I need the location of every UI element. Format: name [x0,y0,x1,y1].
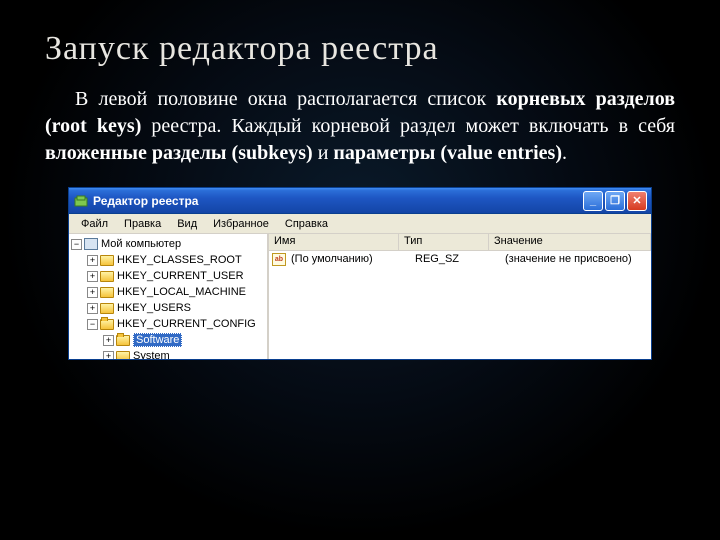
window-title: Редактор реестра [93,194,583,208]
content-pane: − Мой компьютер + HKEY_CLASSES_ROOT + HK… [69,234,651,359]
body-bold-3: параметры (value entries) [333,142,562,164]
folder-icon [100,271,114,282]
expander-icon[interactable]: + [103,335,114,346]
expander-icon[interactable]: + [87,287,98,298]
expander-icon[interactable]: + [87,255,98,266]
list-header: Имя Тип Значение [269,234,651,251]
body-text-2: реестра. Каждый корневой раздел может вк… [141,115,675,137]
list-view[interactable]: Имя Тип Значение ab (По умолчанию) REG_S… [269,234,651,359]
window-controls: _ ❐ ✕ [583,191,647,211]
tree-label-root: Мой компьютер [101,238,181,250]
tree-label: HKEY_USERS [117,302,191,314]
folder-icon [100,303,114,314]
folder-icon [100,255,114,266]
tree-item-hkcc[interactable]: − HKEY_CURRENT_CONFIG [69,316,267,332]
body-text-4: . [562,142,567,164]
folder-open-icon [100,319,114,330]
tree-item-hklm[interactable]: + HKEY_LOCAL_MACHINE [69,284,267,300]
cell-type: REG_SZ [413,253,503,265]
folder-icon [100,287,114,298]
col-header-name[interactable]: Имя [269,234,399,250]
expander-icon[interactable]: + [87,271,98,282]
titlebar[interactable]: Редактор реестра _ ❐ ✕ [69,188,651,214]
tree-item-hku[interactable]: + HKEY_USERS [69,300,267,316]
expander-icon[interactable]: − [87,319,98,330]
col-header-value[interactable]: Значение [489,234,651,250]
menu-view[interactable]: Вид [169,216,205,232]
string-value-icon: ab [272,253,286,266]
expander-icon[interactable]: − [71,239,82,250]
slide-body: В левой половине окна располагается спис… [45,86,675,167]
body-text-1: В левой половине окна располагается спис… [75,88,496,110]
regedit-window: Редактор реестра _ ❐ ✕ Файл Правка Вид И… [68,187,652,360]
menu-help[interactable]: Справка [277,216,336,232]
folder-open-icon [116,335,130,346]
tree-item-software[interactable]: + Software [69,332,267,348]
tree-item-hkcr[interactable]: + HKEY_CLASSES_ROOT [69,252,267,268]
body-bold-2: вложенные разделы (subkeys) [45,142,313,164]
app-icon [73,193,89,209]
tree-view[interactable]: − Мой компьютер + HKEY_CLASSES_ROOT + HK… [69,234,269,359]
menubar: Файл Правка Вид Избранное Справка [69,214,651,234]
tree-label: HKEY_LOCAL_MACHINE [117,286,246,298]
maximize-button[interactable]: ❐ [605,191,625,211]
slide-title: Запуск редактора реестра [45,30,675,68]
tree-item-hkcu[interactable]: + HKEY_CURRENT_USER [69,268,267,284]
expander-icon[interactable]: + [103,351,114,360]
tree-label: System [133,350,170,359]
tree-item-system[interactable]: + System [69,348,267,359]
cell-name: (По умолчанию) [289,253,413,265]
menu-favorites[interactable]: Избранное [205,216,277,232]
tree-label: HKEY_CURRENT_USER [117,270,244,282]
list-row[interactable]: ab (По умолчанию) REG_SZ (значение не пр… [269,251,651,267]
tree-label: HKEY_CURRENT_CONFIG [117,318,256,330]
expander-icon[interactable]: + [87,303,98,314]
cell-value: (значение не присвоено) [503,253,651,265]
folder-icon [116,351,130,360]
tree-root[interactable]: − Мой компьютер [69,236,267,252]
tree-label-selected: Software [133,333,182,347]
computer-icon [84,238,98,250]
menu-file[interactable]: Файл [73,216,116,232]
col-header-type[interactable]: Тип [399,234,489,250]
slide: Запуск редактора реестра В левой половин… [0,0,720,540]
menu-edit[interactable]: Правка [116,216,169,232]
close-button[interactable]: ✕ [627,191,647,211]
tree-label: HKEY_CLASSES_ROOT [117,254,242,266]
minimize-button[interactable]: _ [583,191,603,211]
body-text-3: и [313,142,334,164]
